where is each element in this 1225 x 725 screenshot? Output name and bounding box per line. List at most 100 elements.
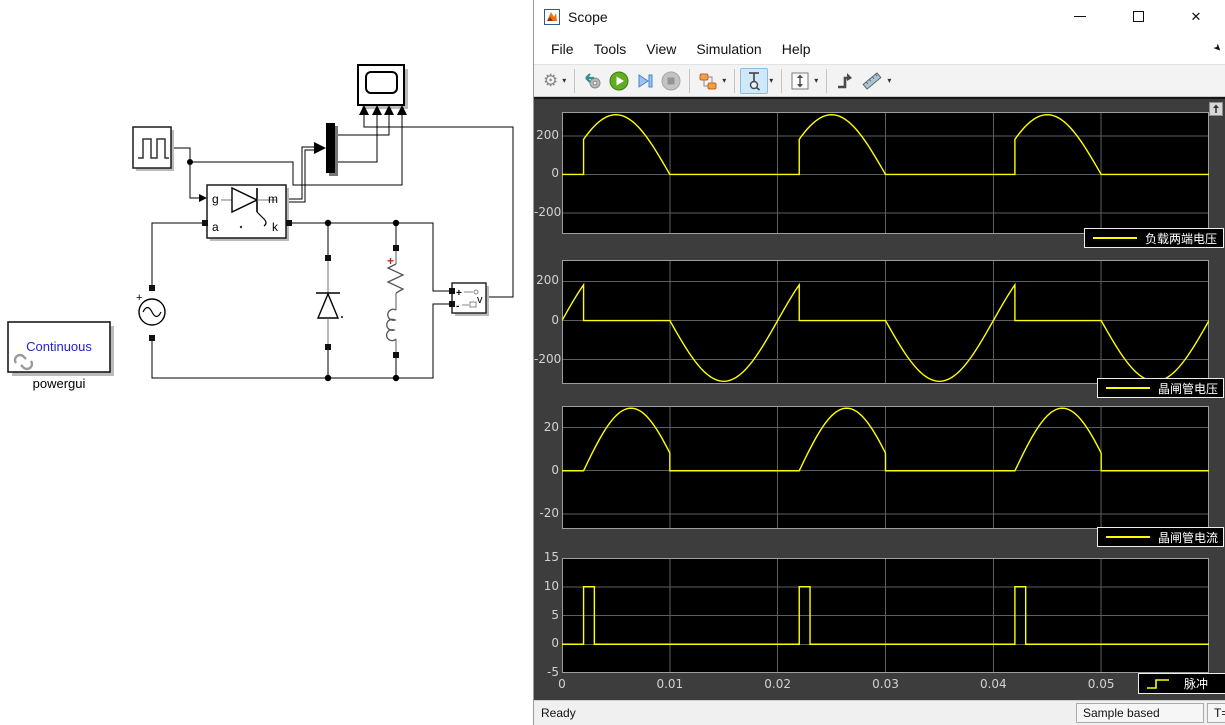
y-tick-label: 0	[551, 312, 559, 327]
legend-load-voltage[interactable]: 负载两端电压	[1084, 228, 1224, 248]
find-in-model-icon	[585, 72, 601, 88]
settings-dropdown-arrow[interactable]: ▾	[562, 76, 566, 85]
pulse-generator-block[interactable]	[132, 126, 174, 171]
menu-tools[interactable]: Tools	[584, 36, 637, 62]
scope-window: Scope ✕ File Tools View Simulation Help …	[533, 0, 1225, 725]
settings-gear-button[interactable]: ⚙	[540, 68, 561, 94]
measurements-ruler-button[interactable]	[858, 68, 886, 94]
powergui-mode-text: Continuous	[26, 339, 92, 354]
source-plus-label: +	[136, 292, 142, 304]
circuit-diagram: g a m k + + + - v Continuous powergui	[7, 64, 514, 391]
maximize-icon	[1132, 11, 1144, 22]
cursor-measurements-button[interactable]	[740, 67, 769, 94]
trigger-icon	[838, 72, 853, 88]
status-ready: Ready	[541, 706, 576, 720]
rl-load-block[interactable]: +	[385, 245, 405, 358]
status-sample-mode: Sample based	[1076, 703, 1204, 723]
signal-selector-icon	[699, 73, 717, 89]
run-icon	[609, 71, 629, 90]
plot-load-voltage	[562, 112, 1209, 234]
vm-minus-label: -	[456, 301, 459, 312]
stop-button[interactable]	[658, 68, 684, 94]
legend-label: 晶闸管电流	[1158, 530, 1219, 545]
menu-file[interactable]: File	[541, 36, 584, 62]
signal-selector-dropdown-arrow[interactable]: ▾	[722, 76, 726, 85]
menu-simulation[interactable]: Simulation	[686, 36, 771, 62]
toolbar-separator	[689, 68, 691, 93]
close-button[interactable]: ✕	[1167, 0, 1225, 33]
toolbar-separator	[734, 68, 736, 93]
step-forward-icon	[638, 73, 653, 88]
plot-thyristor-voltage	[562, 260, 1209, 384]
diode-block[interactable]	[316, 255, 344, 350]
port-label-k: k	[272, 220, 279, 234]
voltage-measurement-block[interactable]: + - v	[449, 282, 489, 316]
inductor-symbol	[385, 308, 397, 342]
menu-view[interactable]: View	[636, 36, 686, 62]
stop-icon	[661, 71, 681, 90]
toolbar-separator	[574, 68, 576, 93]
demux-block[interactable]	[326, 123, 338, 176]
x-tick-label: 0	[558, 677, 566, 691]
menubar: File Tools View Simulation Help ➤	[534, 33, 1225, 64]
demux-input-arrow	[314, 142, 326, 154]
y-tick-label: -200	[534, 351, 562, 366]
resistor-symbol	[386, 263, 405, 294]
measurements-ruler-icon	[862, 71, 882, 90]
powergui-block[interactable]: Continuous powergui	[7, 321, 114, 391]
zoom-fit-button[interactable]	[787, 68, 813, 94]
x-tick-label: 0.03	[872, 677, 899, 691]
scope-plot-panel: 负载两端电压 晶闸管电压 晶闸管电流 脉冲 200 0 -200 200 0 -…	[534, 97, 1225, 700]
legend-line-sample	[1093, 237, 1137, 239]
y-tick-label: -20	[539, 505, 559, 520]
find-in-model-button[interactable]	[580, 68, 606, 94]
plot-thyristor-current	[562, 406, 1209, 529]
thyristor-block[interactable]: g a m k	[202, 184, 292, 241]
y-tick-label: 5	[551, 607, 559, 622]
menubar-overflow-icon[interactable]: ➤	[1210, 42, 1224, 56]
legend-label: 脉冲	[1184, 677, 1209, 691]
x-tick-label: 0.05	[1087, 677, 1115, 691]
vm-plus-label: +	[456, 288, 462, 299]
legend-line-sample	[1106, 536, 1150, 538]
close-icon: ✕	[1190, 9, 1202, 24]
measurements-dropdown-arrow[interactable]: ▾	[887, 76, 891, 85]
x-tick-label: 0.02	[764, 677, 792, 691]
trigger-button[interactable]	[832, 68, 858, 94]
toolbar-separator	[826, 68, 828, 93]
scope-toolbar: ⚙ ▾ ▾ ▾ ▾ ▾	[534, 64, 1225, 97]
zoom-fit-icon	[791, 72, 809, 89]
zoom-fit-dropdown-arrow[interactable]: ▾	[814, 76, 818, 85]
legend-thyristor-current[interactable]: 晶闸管电流	[1097, 527, 1224, 547]
gear-icon: ⚙	[543, 71, 559, 90]
signal-selector-button[interactable]	[695, 68, 721, 94]
titlebar[interactable]: Scope ✕	[534, 0, 1225, 33]
legend-label: 负载两端电压	[1145, 231, 1218, 246]
cursor-measurements-dropdown-arrow[interactable]: ▾	[769, 76, 773, 85]
cursor-measurements-icon	[749, 71, 761, 91]
legend-line-sample	[1106, 387, 1150, 389]
screen: { "window": { "title": "Scope", "control…	[0, 0, 1225, 725]
minimize-button[interactable]	[1051, 0, 1109, 33]
scope-screen-icon	[365, 71, 398, 94]
ac-voltage-source-block[interactable]: +	[136, 285, 166, 341]
legend-step-sample	[1147, 679, 1169, 689]
y-tick-label: 200	[536, 273, 559, 288]
y-tick-label: 20	[543, 419, 559, 434]
maximize-button[interactable]	[1109, 0, 1167, 33]
legend-pulse[interactable]: 脉冲	[1138, 673, 1225, 694]
y-tick-label: 200	[536, 128, 559, 143]
vm-output-label: v	[477, 294, 483, 306]
run-button[interactable]	[606, 68, 632, 94]
gate-wire-arrow	[199, 194, 207, 202]
panel-popout-button[interactable]	[1209, 102, 1223, 116]
menu-help[interactable]: Help	[772, 36, 821, 62]
x-tick-label: 0.01	[656, 677, 684, 691]
scope-block[interactable]	[357, 64, 408, 115]
statusbar: Ready Sample based T=0.060	[534, 700, 1225, 725]
y-tick-label: 0	[551, 462, 559, 477]
step-forward-button[interactable]	[632, 68, 658, 94]
legend-thyristor-voltage[interactable]: 晶闸管电压	[1097, 378, 1224, 398]
x-tick-label: 0.04	[979, 677, 1007, 691]
port-label-m: m	[268, 192, 278, 206]
